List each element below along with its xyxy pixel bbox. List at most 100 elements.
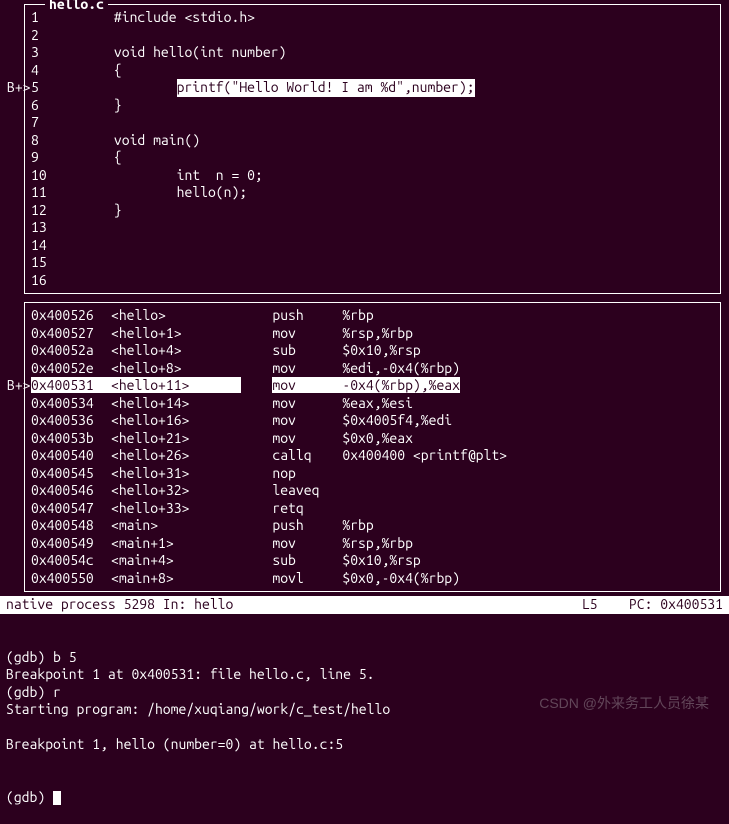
source-line[interactable]: 3 void hello(int number) bbox=[31, 44, 714, 62]
gdb-prompt: (gdb) bbox=[6, 789, 53, 805]
asm-args: %rbp bbox=[342, 307, 373, 323]
source-text: printf("Hello World! I am %d",number); bbox=[177, 79, 475, 97]
asm-opcode: push bbox=[272, 307, 342, 325]
asm-args: -0x4(%rbp),%eax bbox=[342, 377, 460, 393]
asm-args: $0x0,-0x4(%rbp) bbox=[342, 570, 460, 586]
gdb-command-area[interactable]: (gdb) b 5Breakpoint 1 at 0x400531: file … bbox=[0, 614, 729, 824]
assembly-line[interactable]: B+>0x400531<hello+11> mov-0x4(%rbp),%eax bbox=[31, 377, 714, 395]
line-number: 1 bbox=[31, 9, 59, 27]
source-line[interactable]: 14 bbox=[31, 237, 714, 255]
source-line[interactable]: 10 int n = 0; bbox=[31, 167, 714, 185]
assembly-line[interactable]: 0x400546<hello+32> leaveq bbox=[31, 482, 714, 500]
assembly-line[interactable]: 0x400540<hello+26> callq0x400400 <printf… bbox=[31, 447, 714, 465]
asm-symbol: <hello+32> bbox=[111, 482, 241, 500]
gdb-output-line bbox=[6, 719, 723, 737]
line-number: 10 bbox=[31, 167, 59, 185]
asm-symbol: <hello+4> bbox=[111, 342, 241, 360]
source-text: #include <stdio.h> bbox=[114, 9, 255, 27]
assembly-line[interactable]: 0x400527<hello+1> mov%rsp,%rbp bbox=[31, 325, 714, 343]
assembly-line[interactable]: 0x40053b<hello+21> mov$0x0,%eax bbox=[31, 430, 714, 448]
source-line[interactable]: 12 } bbox=[31, 202, 714, 220]
gdb-output-line: (gdb) b 5 bbox=[6, 649, 723, 667]
asm-args: %rbp bbox=[342, 517, 373, 533]
source-lines[interactable]: 1 #include <stdio.h>23 void hello(int nu… bbox=[31, 9, 714, 289]
asm-symbol: <hello+8> bbox=[111, 360, 241, 378]
asm-opcode: movl bbox=[272, 570, 342, 588]
assembly-line[interactable]: 0x400547<hello+33> retq bbox=[31, 500, 714, 518]
source-line[interactable]: 15 bbox=[31, 254, 714, 272]
asm-symbol: <main+8> bbox=[111, 570, 241, 588]
asm-address: 0x400546 bbox=[31, 482, 111, 500]
assembly-line[interactable]: 0x40052e<hello+8> mov%edi,-0x4(%rbp) bbox=[31, 360, 714, 378]
asm-symbol: <hello+1> bbox=[111, 325, 241, 343]
asm-symbol: <hello+21> bbox=[111, 430, 241, 448]
source-text: void main() bbox=[114, 132, 200, 150]
source-text: { bbox=[114, 62, 122, 80]
assembly-line[interactable]: 0x400526<hello> push%rbp bbox=[31, 307, 714, 325]
asm-args: %rsp,%rbp bbox=[342, 535, 413, 551]
source-line[interactable]: 4 { bbox=[31, 62, 714, 80]
source-line[interactable]: 16 bbox=[31, 272, 714, 290]
asm-args: %eax,%esi bbox=[342, 395, 413, 411]
asm-address: 0x400527 bbox=[31, 325, 111, 343]
watermark: CSDN @外来务工人员徐某 bbox=[539, 695, 709, 713]
assembly-lines[interactable]: 0x400526<hello> push%rbp0x400527<hello+1… bbox=[31, 307, 714, 587]
asm-symbol: <hello+26> bbox=[111, 447, 241, 465]
source-line[interactable]: 1 #include <stdio.h> bbox=[31, 9, 714, 27]
source-line[interactable]: 2 bbox=[31, 27, 714, 45]
source-line[interactable]: 7 bbox=[31, 114, 714, 132]
asm-symbol: <hello+33> bbox=[111, 500, 241, 518]
assembly-line[interactable]: 0x400548<main> push%rbp bbox=[31, 517, 714, 535]
asm-symbol: <hello> bbox=[111, 307, 241, 325]
source-text: void hello(int number) bbox=[114, 44, 286, 62]
source-line[interactable]: 11 hello(n); bbox=[31, 184, 714, 202]
asm-address: 0x400534 bbox=[31, 395, 111, 413]
line-number: 11 bbox=[31, 184, 59, 202]
line-number: 14 bbox=[31, 237, 59, 255]
asm-address: 0x400545 bbox=[31, 465, 111, 483]
asm-address: 0x400540 bbox=[31, 447, 111, 465]
source-text: int n = 0; bbox=[177, 167, 263, 185]
asm-opcode: mov bbox=[272, 377, 342, 395]
asm-symbol: <hello+16> bbox=[111, 412, 241, 430]
asm-opcode: mov bbox=[272, 412, 342, 430]
asm-address: 0x400531 bbox=[31, 377, 111, 395]
asm-opcode: leaveq bbox=[272, 482, 342, 500]
source-line[interactable]: B+>5 printf("Hello World! I am %d",numbe… bbox=[31, 79, 714, 97]
asm-opcode: mov bbox=[272, 430, 342, 448]
assembly-line[interactable]: 0x400534<hello+14> mov%eax,%esi bbox=[31, 395, 714, 413]
asm-address: 0x400547 bbox=[31, 500, 111, 518]
gdb-prompt-line[interactable]: (gdb) bbox=[6, 789, 723, 807]
status-left: native process 5298 In: hello bbox=[6, 596, 233, 614]
asm-args: $0x0,%eax bbox=[342, 430, 413, 446]
breakpoint-marker: B+> bbox=[7, 377, 29, 395]
assembly-line[interactable]: 0x400545<hello+31> nop bbox=[31, 465, 714, 483]
assembly-pane: 0x400526<hello> push%rbp0x400527<hello+1… bbox=[24, 302, 721, 592]
asm-args: %rsp,%rbp bbox=[342, 325, 413, 341]
asm-symbol: <main> bbox=[111, 517, 241, 535]
asm-opcode: retq bbox=[272, 500, 342, 518]
source-text: { bbox=[114, 149, 122, 167]
assembly-line[interactable]: 0x40052a<hello+4> sub$0x10,%rsp bbox=[31, 342, 714, 360]
line-number: 9 bbox=[31, 149, 59, 167]
asm-symbol: <hello+11> bbox=[111, 377, 241, 395]
assembly-line[interactable]: 0x400549<main+1> mov%rsp,%rbp bbox=[31, 535, 714, 553]
source-line[interactable]: 8 void main() bbox=[31, 132, 714, 150]
assembly-line[interactable]: 0x400550<main+8> movl$0x0,-0x4(%rbp) bbox=[31, 570, 714, 588]
source-pane: hello.c 1 #include <stdio.h>23 void hell… bbox=[24, 4, 721, 294]
asm-address: 0x400526 bbox=[31, 307, 111, 325]
asm-address: 0x400550 bbox=[31, 570, 111, 588]
assembly-line[interactable]: 0x400536<hello+16> mov$0x4005f4,%edi bbox=[31, 412, 714, 430]
asm-opcode: nop bbox=[272, 465, 342, 483]
source-line[interactable]: 9 { bbox=[31, 149, 714, 167]
line-number: 2 bbox=[31, 27, 59, 45]
line-number: 8 bbox=[31, 132, 59, 150]
asm-opcode: mov bbox=[272, 395, 342, 413]
asm-symbol: <hello+31> bbox=[111, 465, 241, 483]
asm-args: $0x10,%rsp bbox=[342, 342, 420, 358]
source-line[interactable]: 13 bbox=[31, 219, 714, 237]
assembly-line[interactable]: 0x40054c<main+4> sub$0x10,%rsp bbox=[31, 552, 714, 570]
source-text: } bbox=[114, 97, 122, 115]
asm-args: %edi,-0x4(%rbp) bbox=[342, 360, 460, 376]
source-line[interactable]: 6 } bbox=[31, 97, 714, 115]
